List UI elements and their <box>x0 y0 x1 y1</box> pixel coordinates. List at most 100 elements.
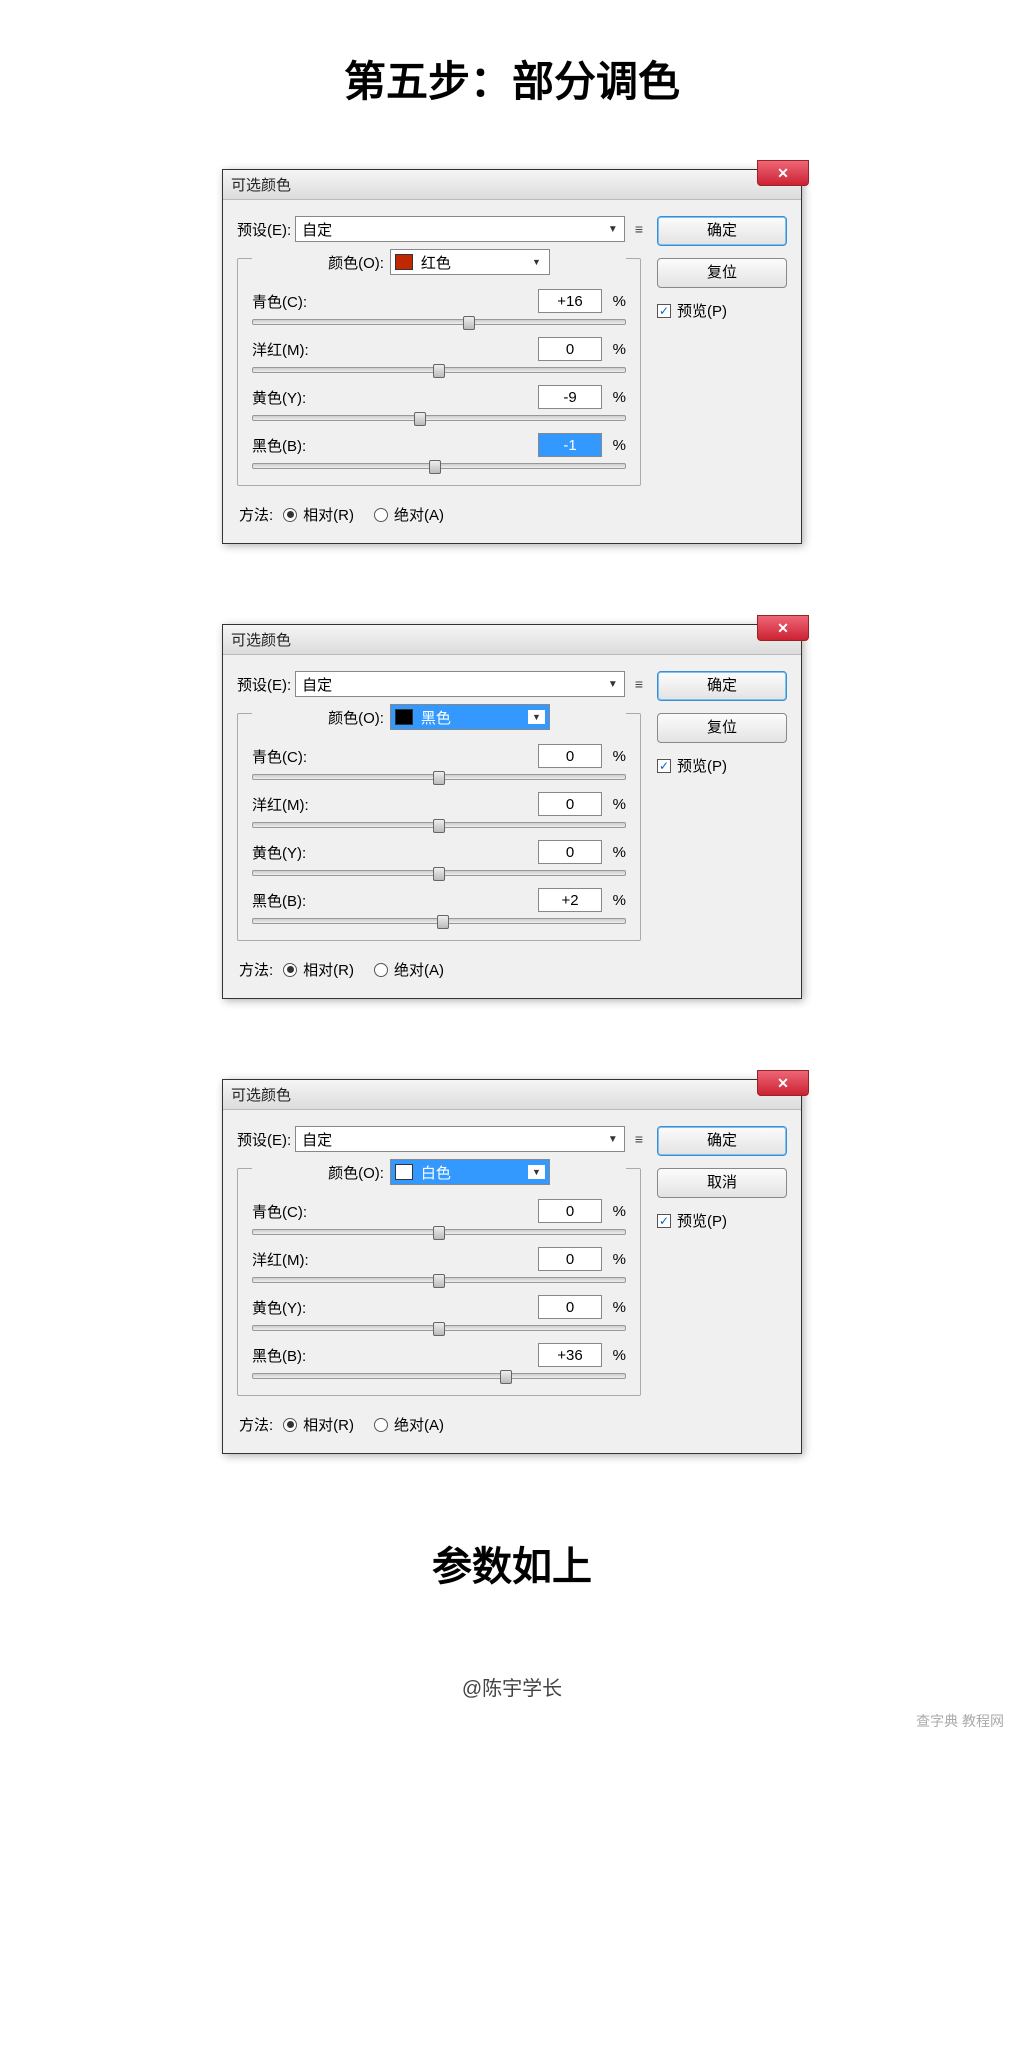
slider-track[interactable] <box>252 870 626 876</box>
color-select[interactable]: 黑色▼ <box>390 704 550 730</box>
slider-thumb[interactable] <box>500 1370 512 1384</box>
titlebar[interactable]: 可选颜色✕ <box>223 1080 801 1110</box>
slider-value-input[interactable]: 0 <box>538 1199 602 1223</box>
ok-button[interactable]: 确定 <box>657 1126 787 1156</box>
close-button[interactable]: ✕ <box>757 615 809 641</box>
color-select[interactable]: 白色▼ <box>390 1159 550 1185</box>
color-label: 颜色(O): <box>328 252 384 273</box>
slider-row: 黄色(Y):0% <box>252 840 626 864</box>
watermark: 查字典 教程网 <box>0 1701 1024 1751</box>
close-button[interactable]: ✕ <box>757 160 809 186</box>
percent-label: % <box>602 389 626 406</box>
slider-track[interactable] <box>252 463 626 469</box>
preset-label: 预设(E): <box>237 1129 291 1150</box>
slider-track[interactable] <box>252 367 626 373</box>
checkbox-icon: ✓ <box>657 304 671 318</box>
slider-thumb[interactable] <box>433 1274 445 1288</box>
slider-label: 洋红(M): <box>252 1249 342 1270</box>
color-name: 红色 <box>421 252 528 273</box>
percent-label: % <box>602 1203 626 1220</box>
slider-thumb[interactable] <box>414 412 426 426</box>
preview-checkbox[interactable]: ✓预览(P) <box>657 1210 787 1231</box>
slider-value-input[interactable]: 0 <box>538 1247 602 1271</box>
selective-color-dialog: 可选颜色✕预设(E):自定▼≡颜色(O):红色▼青色(C):+16%洋红(M):… <box>222 169 802 544</box>
method-row: 方法:相对(R)绝对(A) <box>237 1414 641 1435</box>
method-row: 方法: 相对(R) 绝对(A) <box>237 504 641 525</box>
caret-down-icon: ▼ <box>528 255 545 269</box>
method-relative-radio[interactable]: 相对(R) <box>283 959 354 980</box>
slider-track[interactable] <box>252 918 626 924</box>
radio-icon <box>283 963 297 977</box>
preset-menu-icon[interactable]: ≡ <box>635 1131 641 1147</box>
slider-track[interactable] <box>252 1325 626 1331</box>
dialog-title: 可选颜色 <box>231 1084 291 1105</box>
reset-button[interactable]: 复位 <box>657 258 787 288</box>
slider-value-input[interactable]: -9 <box>538 385 602 409</box>
method-absolute-radio[interactable]: 绝对(A) <box>374 1414 444 1435</box>
slider-thumb[interactable] <box>429 460 441 474</box>
percent-label: % <box>602 748 626 765</box>
slider-thumb[interactable] <box>433 771 445 785</box>
ok-button[interactable]: 确定 <box>657 671 787 701</box>
slider-thumb[interactable] <box>437 915 449 929</box>
slider-thumb[interactable] <box>433 1322 445 1336</box>
caret-down-icon: ▼ <box>608 679 618 690</box>
slider-track[interactable] <box>252 319 626 325</box>
preset-select[interactable]: 自定▼ <box>295 1126 625 1152</box>
preset-label: 预设(E): <box>237 219 291 240</box>
dialog-title: 可选颜色 <box>231 174 291 195</box>
slider-thumb[interactable] <box>433 364 445 378</box>
slider-track[interactable] <box>252 1277 626 1283</box>
preview-checkbox[interactable]: ✓预览(P) <box>657 300 787 321</box>
slider-track[interactable] <box>252 415 626 421</box>
close-button[interactable]: ✕ <box>757 1070 809 1096</box>
slider-value-input[interactable]: +36 <box>538 1343 602 1367</box>
slider-value-input[interactable]: +16 <box>538 289 602 313</box>
preset-menu-icon[interactable]: ≡ <box>635 676 641 692</box>
slider-row: 洋红(M):0% <box>252 1247 626 1271</box>
slider-track[interactable] <box>252 1229 626 1235</box>
slider-track[interactable] <box>252 822 626 828</box>
preset-menu-icon[interactable]: ≡ <box>635 221 641 237</box>
reset-button[interactable]: 取消 <box>657 1168 787 1198</box>
ok-button[interactable]: 确定 <box>657 216 787 246</box>
slider-thumb[interactable] <box>433 819 445 833</box>
slider-value-input[interactable]: -1 <box>538 433 602 457</box>
slider-track[interactable] <box>252 1373 626 1379</box>
method-relative-radio[interactable]: 相对(R) <box>283 504 354 525</box>
percent-label: % <box>602 1347 626 1364</box>
slider-value-input[interactable]: 0 <box>538 337 602 361</box>
method-label: 方法: <box>239 959 273 980</box>
method-relative-radio[interactable]: 相对(R) <box>283 1414 354 1435</box>
slider-value-input[interactable]: +2 <box>538 888 602 912</box>
preset-value: 自定 <box>302 674 332 695</box>
slider-row: 青色(C):0% <box>252 744 626 768</box>
titlebar[interactable]: 可选颜色✕ <box>223 625 801 655</box>
slider-value-input[interactable]: 0 <box>538 792 602 816</box>
slider-row: 黑色(B):+2% <box>252 888 626 912</box>
color-select[interactable]: 红色▼ <box>390 249 550 275</box>
sliders-group: 颜色(O):黑色▼青色(C):0%洋红(M):0%黄色(Y):0%黑色(B):+… <box>237 713 641 941</box>
titlebar[interactable]: 可选颜色✕ <box>223 170 801 200</box>
slider-value-input[interactable]: 0 <box>538 1295 602 1319</box>
slider-thumb[interactable] <box>433 1226 445 1240</box>
preset-select[interactable]: 自定 ▼ <box>295 671 625 697</box>
selective-color-dialog: 可选颜色✕预设(E):自定▼≡颜色(O):黑色▼青色(C):0%洋红(M):0%… <box>222 624 802 999</box>
slider-thumb[interactable] <box>463 316 475 330</box>
method-absolute-radio[interactable]: 绝对(A) <box>374 504 444 525</box>
reset-button[interactable]: 复位 <box>657 713 787 743</box>
sliders-group: 颜色(O):红色▼青色(C):+16%洋红(M):0%黄色(Y):-9%黑色(B… <box>237 258 641 486</box>
color-swatch <box>395 254 413 270</box>
slider-row: 洋红(M):0% <box>252 337 626 361</box>
slider-value-input[interactable]: 0 <box>538 744 602 768</box>
slider-track[interactable] <box>252 774 626 780</box>
slider-thumb[interactable] <box>433 867 445 881</box>
preset-value: 自定 <box>302 1129 332 1150</box>
slider-value-input[interactable]: 0 <box>538 840 602 864</box>
preview-checkbox[interactable]: ✓预览(P) <box>657 755 787 776</box>
method-label: 方法: <box>239 504 273 525</box>
caret-down-icon: ▼ <box>528 1165 545 1179</box>
selective-color-dialog: 可选颜色✕预设(E):自定▼≡颜色(O):白色▼青色(C):0%洋红(M):0%… <box>222 1079 802 1454</box>
preset-select[interactable]: 自定▼ <box>295 216 625 242</box>
method-absolute-radio[interactable]: 绝对(A) <box>374 959 444 980</box>
